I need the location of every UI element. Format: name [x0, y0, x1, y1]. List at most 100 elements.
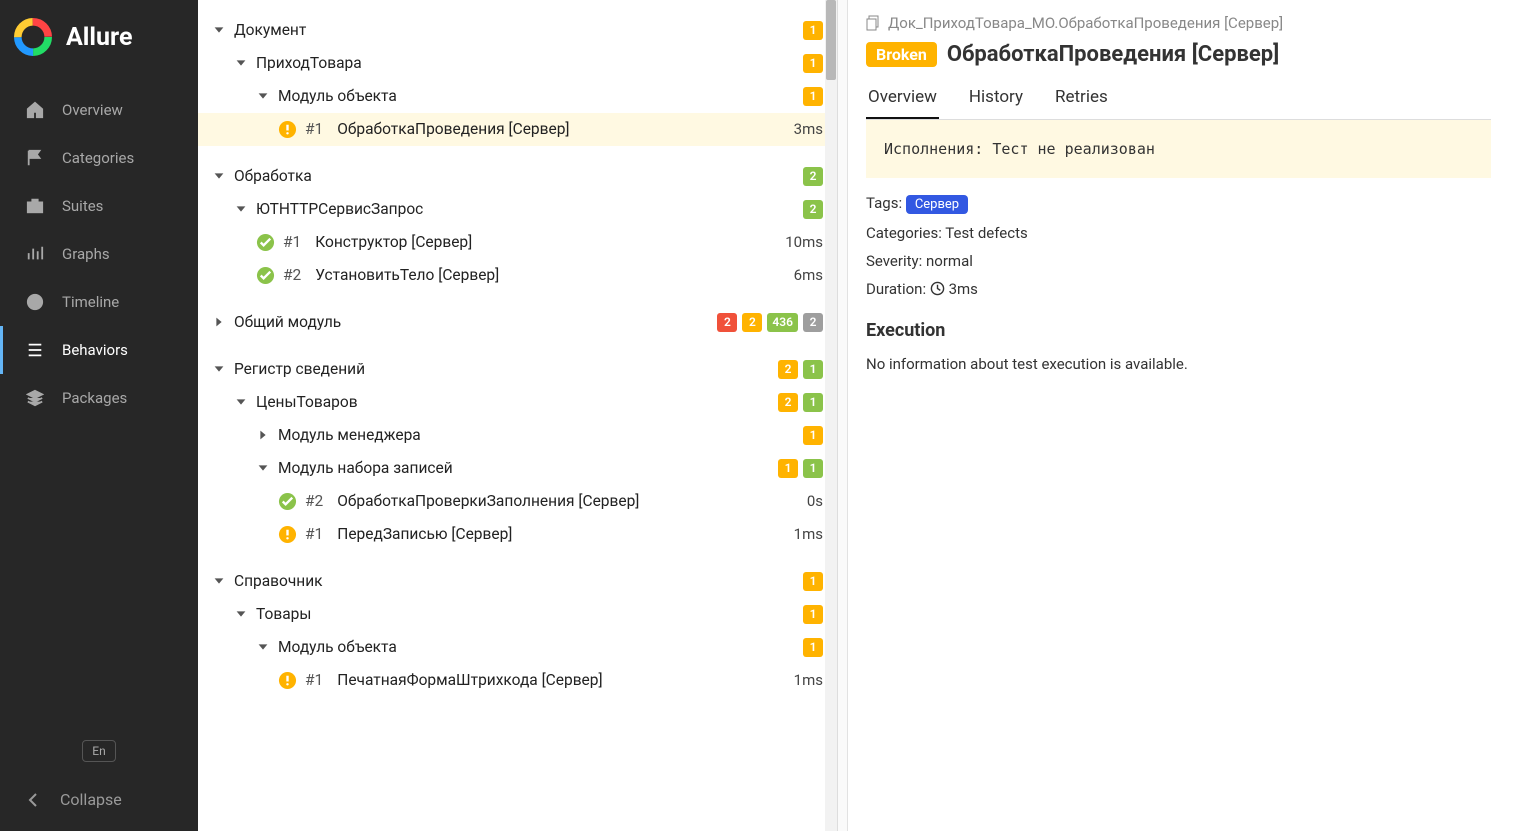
tree-panel: Документ1 ПриходТовара1 Модуль объекта1 …: [198, 0, 838, 831]
group-label: Модуль менеджера: [278, 426, 421, 444]
count-badge: 1: [803, 21, 823, 40]
sidebar-item-timeline[interactable]: Timeline: [0, 278, 198, 326]
warning-circle-icon: [278, 671, 297, 690]
chevron-down-icon: [234, 56, 248, 70]
group-label: Документ: [234, 21, 306, 39]
test-label: УстановитьТело [Сервер]: [315, 266, 499, 284]
sidebar-item-packages[interactable]: Packages: [0, 374, 198, 422]
sidebar-item-behaviors[interactable]: Behaviors: [0, 326, 198, 374]
count-badge: 1: [803, 54, 823, 73]
tab-overview[interactable]: Overview: [866, 81, 939, 119]
scrollbar[interactable]: [825, 0, 837, 831]
test-label: ПередЗаписью [Сервер]: [337, 525, 512, 543]
group-label: Обработка: [234, 167, 312, 185]
check-circle-icon: [256, 266, 275, 285]
nav-label: Timeline: [62, 293, 119, 311]
tree-test[interactable]: #1 ПередЗаписью [Сервер]1ms: [198, 518, 837, 551]
tree-group[interactable]: Общий модуль224362: [198, 306, 837, 339]
severity-row: Severity: normal: [866, 252, 1491, 270]
breadcrumb-text: Док_ПриходТовара_МО.ОбработкаПроведения …: [888, 14, 1283, 32]
logo[interactable]: Allure: [0, 0, 198, 80]
list-icon: [26, 341, 44, 359]
tree-group[interactable]: Модуль объекта1: [198, 631, 837, 664]
status-badge: Broken: [866, 42, 937, 67]
sidebar-item-suites[interactable]: Suites: [0, 182, 198, 230]
chevron-right-icon: [256, 428, 270, 442]
chevron-down-icon: [234, 202, 248, 216]
tree-group[interactable]: ПриходТовара1: [198, 47, 837, 80]
main: Документ1 ПриходТовара1 Модуль объекта1 …: [198, 0, 1519, 831]
home-icon: [26, 101, 44, 119]
sidebar: Allure Overview Categories Suites Graphs Tim…: [0, 0, 198, 831]
execution-heading: Execution: [866, 320, 1491, 341]
count-badge: 1: [803, 572, 823, 591]
tree-group[interactable]: Модуль менеджера1: [198, 419, 837, 452]
chevron-down-icon: [234, 395, 248, 409]
collapse-button[interactable]: Collapse: [0, 774, 198, 831]
tag-pill[interactable]: Сервер: [906, 195, 968, 214]
tree-group[interactable]: Товары1: [198, 598, 837, 631]
tree-group[interactable]: Модуль объекта1: [198, 80, 837, 113]
count-badge: 2: [717, 313, 737, 332]
duration: 6ms: [794, 266, 823, 284]
test-number: #1: [305, 671, 323, 689]
duration-value: 3ms: [949, 280, 978, 298]
group-label: Регистр сведений: [234, 360, 365, 378]
copy-icon[interactable]: [866, 15, 882, 31]
tree-group[interactable]: Модуль набора записей11: [198, 452, 837, 485]
clock-icon: [26, 293, 44, 311]
tree-test[interactable]: #1 ОбработкаПроведения [Сервер]3ms: [198, 113, 837, 146]
group-label: Товары: [256, 605, 311, 623]
tree-group[interactable]: Справочник1: [198, 565, 837, 598]
group-label: Модуль объекта: [278, 87, 397, 105]
tree-group[interactable]: Обработка 2: [198, 160, 837, 193]
test-label: ОбработкаПроведения [Сервер]: [337, 120, 569, 138]
tree: Документ1 ПриходТовара1 Модуль объекта1 …: [198, 4, 837, 831]
tree-test[interactable]: #2 ОбработкаПроверкиЗаполнения [Сервер]0…: [198, 485, 837, 518]
breadcrumb: Док_ПриходТовара_МО.ОбработкаПроведения …: [866, 14, 1491, 32]
test-number: #1: [305, 525, 323, 543]
test-label: ПечатнаяФормаШтрихкода [Сервер]: [337, 671, 602, 689]
tree-group[interactable]: Регистр сведений 21: [198, 353, 837, 386]
count-badge: 2: [778, 360, 798, 379]
check-circle-icon: [278, 492, 297, 511]
execution-message: No information about test execution is a…: [866, 355, 1491, 373]
sidebar-item-categories[interactable]: Categories: [0, 134, 198, 182]
count-badge: 1: [778, 459, 798, 478]
tree-test[interactable]: #1 ПечатнаяФормаШтрихкода [Сервер]1ms: [198, 664, 837, 697]
categories-row: Categories: Test defects: [866, 224, 1491, 242]
test-number: #1: [283, 233, 301, 251]
splitter[interactable]: [838, 0, 848, 831]
nav-label: Suites: [62, 197, 103, 215]
count-badge: 2: [803, 167, 823, 186]
duration: 0s: [807, 492, 823, 510]
duration-row: Duration: 3ms: [866, 280, 1491, 298]
tab-history[interactable]: History: [967, 81, 1025, 119]
duration-label: Duration:: [866, 280, 926, 298]
group-label: ЦеныТоваров: [256, 393, 358, 411]
count-badge: 1: [803, 459, 823, 478]
chevron-down-icon: [212, 23, 226, 37]
count-badge: 1: [803, 393, 823, 412]
count-badge: 1: [803, 360, 823, 379]
language-switch[interactable]: En: [82, 740, 116, 762]
chevron-down-icon: [256, 461, 270, 475]
test-number: #2: [305, 492, 323, 510]
tree-group[interactable]: ЦеныТоваров 21: [198, 386, 837, 419]
severity-value: normal: [926, 252, 973, 270]
count-badge: 2: [778, 393, 798, 412]
count-badge: 2: [803, 313, 823, 332]
chevron-down-icon: [212, 574, 226, 588]
sidebar-item-overview[interactable]: Overview: [0, 86, 198, 134]
nav-label: Overview: [62, 101, 123, 119]
tab-retries[interactable]: Retries: [1053, 81, 1110, 119]
count-badge: 2: [742, 313, 762, 332]
scrollbar-thumb[interactable]: [826, 0, 836, 80]
briefcase-icon: [26, 197, 44, 215]
tree-test[interactable]: #2 УстановитьТело [Сервер]6ms: [198, 259, 837, 292]
tree-test[interactable]: #1 Конструктор [Сервер]10ms: [198, 226, 837, 259]
tree-group[interactable]: Документ 1: [198, 14, 837, 47]
tree-group[interactable]: ЮТHTTPСервисЗапрос2: [198, 193, 837, 226]
test-label: Конструктор [Сервер]: [315, 233, 472, 251]
sidebar-item-graphs[interactable]: Graphs: [0, 230, 198, 278]
